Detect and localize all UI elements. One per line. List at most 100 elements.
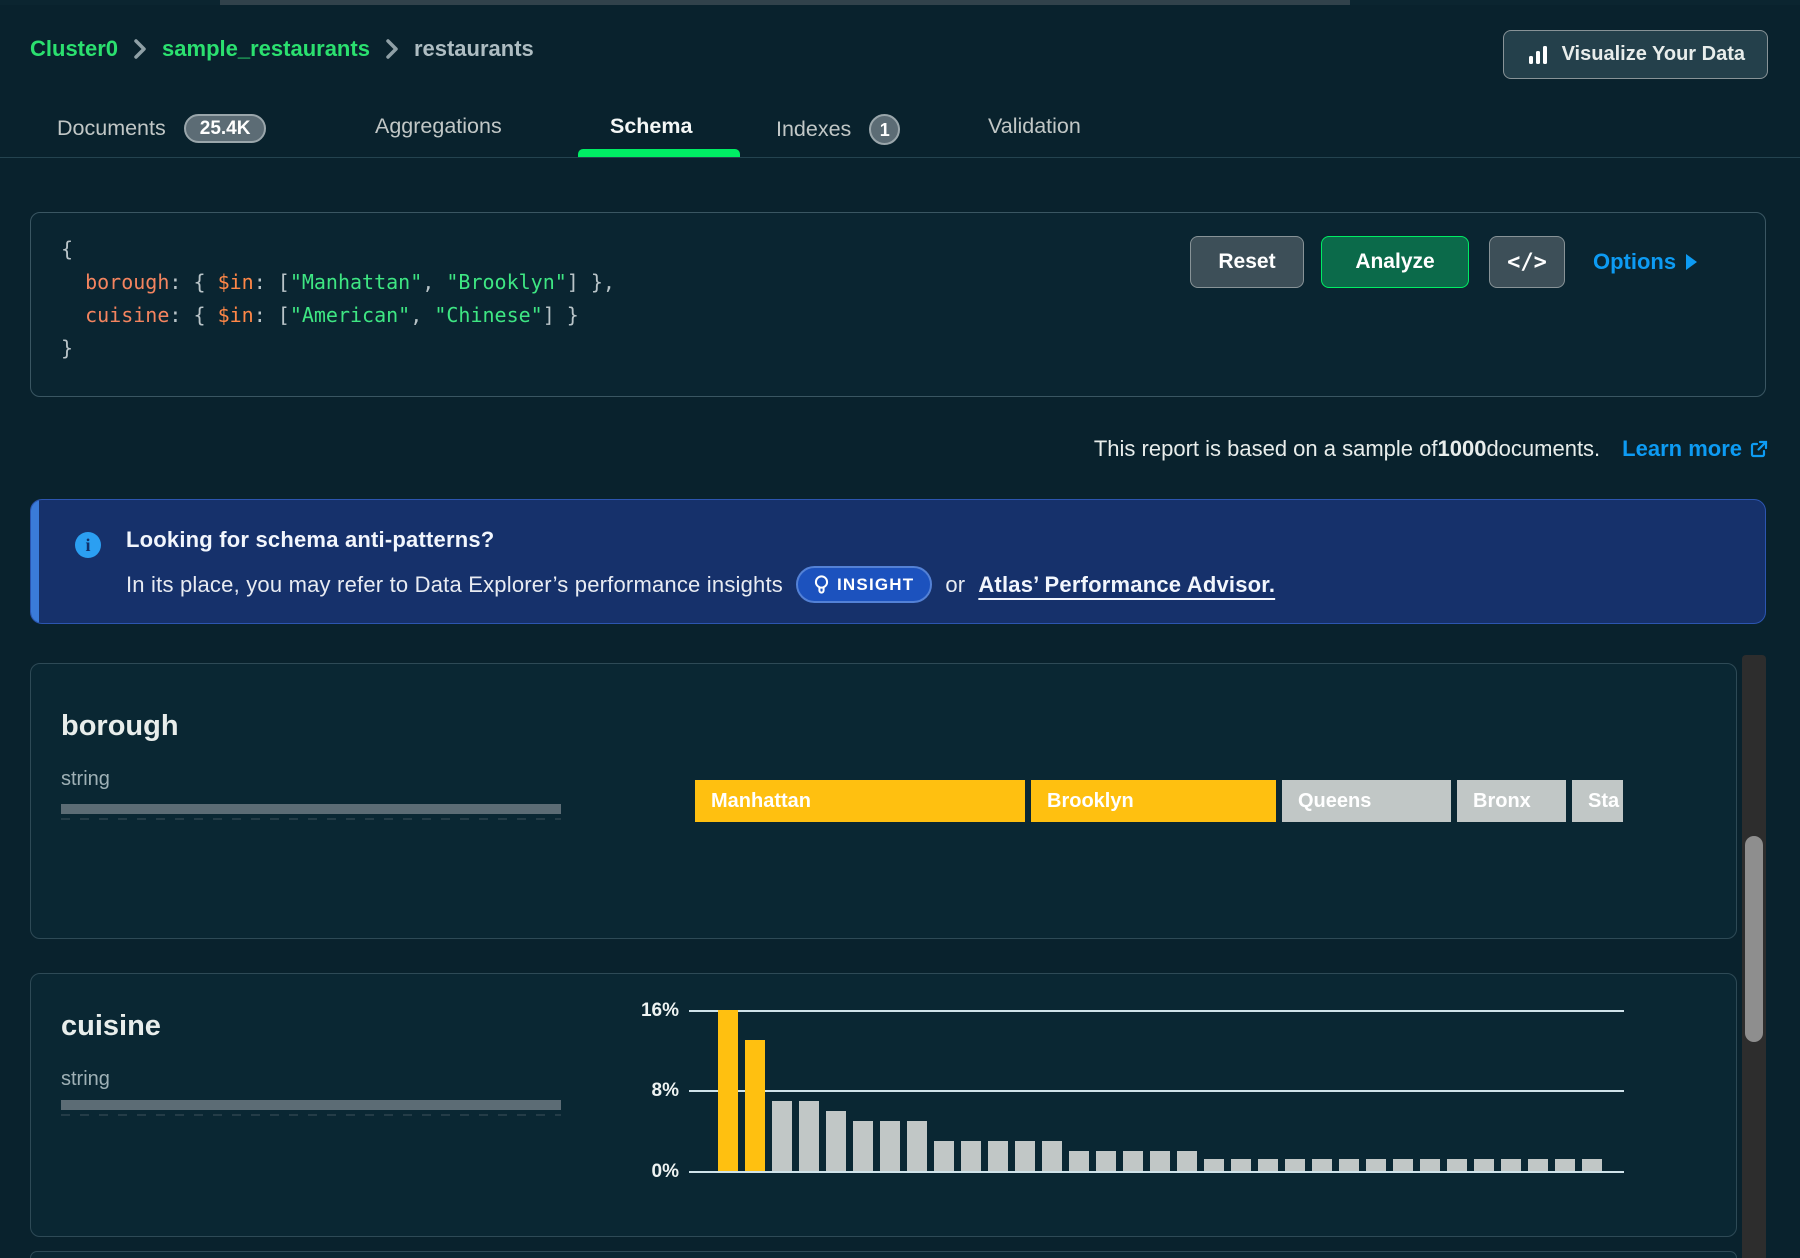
sample-count: 1000 (1437, 436, 1486, 462)
y-axis-tick-8: 8% (631, 1080, 679, 1102)
cuisine-bar[interactable] (772, 1101, 792, 1171)
cuisine-bar[interactable] (1015, 1141, 1035, 1171)
documents-count-badge: 25.4K (184, 114, 267, 143)
tab-documents-label: Documents (57, 116, 166, 141)
performance-advisor-link[interactable]: Atlas’ Performance Advisor. (978, 572, 1275, 598)
cuisine-bar[interactable] (907, 1121, 927, 1171)
visualize-button-label: Visualize Your Data (1562, 43, 1745, 66)
query-bar: { borough: { $in: ["Manhattan", "Brookly… (30, 212, 1766, 397)
cuisine-bar[interactable] (1528, 1159, 1548, 1171)
field-type-label: string (61, 1068, 110, 1091)
cuisine-bar[interactable] (1231, 1159, 1251, 1171)
type-bar-ticks (61, 1114, 561, 1116)
field-name: borough (61, 710, 179, 743)
tab-validation-label: Validation (988, 114, 1081, 139)
borough-value-bar-manhattan[interactable]: Manhattan (695, 780, 1025, 822)
cuisine-bar[interactable] (961, 1141, 981, 1171)
insight-badge[interactable]: INSIGHT (796, 566, 932, 603)
learn-more-label: Learn more (1622, 436, 1742, 462)
cuisine-bar[interactable] (988, 1141, 1008, 1171)
cuisine-bar[interactable] (1069, 1151, 1089, 1171)
cuisine-bar[interactable] (1366, 1159, 1386, 1171)
field-card-cuisine: cuisine string 16% 8% 0% (30, 973, 1737, 1237)
borough-value-bar-sta[interactable]: Sta (1572, 780, 1623, 822)
reset-button[interactable]: Reset (1190, 236, 1304, 288)
cuisine-bar[interactable] (1501, 1159, 1521, 1171)
cuisine-bar[interactable] (1420, 1159, 1440, 1171)
borough-value-bar-brooklyn[interactable]: Brooklyn (1031, 780, 1276, 822)
caret-right-icon (1686, 254, 1697, 270)
schema-page: Cluster0 sample_restaurants restaurants … (0, 0, 1800, 1258)
cuisine-bar[interactable] (934, 1141, 954, 1171)
cuisine-bar[interactable] (1177, 1151, 1197, 1171)
cuisine-bars (718, 1010, 1602, 1171)
cuisine-bar[interactable] (880, 1121, 900, 1171)
indexes-count-badge: 1 (869, 114, 900, 145)
tab-aggregations-label: Aggregations (375, 114, 502, 139)
chevron-right-icon (384, 38, 400, 60)
options-toggle[interactable]: Options (1593, 236, 1697, 288)
window-top-edge (0, 0, 1800, 5)
query-editor[interactable]: { borough: { $in: ["Manhattan", "Brookly… (61, 233, 615, 365)
borough-value-bar-bronx[interactable]: Bronx (1457, 780, 1566, 822)
cuisine-bar[interactable] (1312, 1159, 1332, 1171)
breadcrumb: Cluster0 sample_restaurants restaurants (30, 36, 534, 62)
cuisine-bar[interactable] (1042, 1141, 1062, 1171)
type-distribution-bar[interactable] (61, 804, 561, 814)
y-axis-tick-16: 16% (631, 1000, 679, 1022)
breadcrumb-collection[interactable]: restaurants (414, 36, 534, 62)
cuisine-bar[interactable] (1555, 1159, 1575, 1171)
scrollbar-thumb[interactable] (1745, 836, 1763, 1042)
field-name: cuisine (61, 1010, 161, 1043)
banner-or-text: or (945, 572, 965, 598)
window-top-edge-highlight (220, 0, 1350, 5)
cuisine-bar[interactable] (1582, 1159, 1602, 1171)
cuisine-bar[interactable] (1123, 1151, 1143, 1171)
tab-aggregations[interactable]: Aggregations (375, 114, 502, 139)
cuisine-bar[interactable] (1447, 1159, 1467, 1171)
visualize-your-data-button[interactable]: Visualize Your Data (1503, 30, 1768, 79)
tab-schema[interactable]: Schema (610, 114, 692, 139)
borough-value-bar-queens[interactable]: Queens (1282, 780, 1451, 822)
cuisine-bar[interactable] (1285, 1159, 1305, 1171)
options-label: Options (1593, 249, 1676, 275)
cuisine-bar[interactable] (718, 1010, 738, 1171)
scrollbar-track[interactable] (1742, 655, 1766, 1258)
cuisine-histogram (689, 1011, 1624, 1172)
type-distribution-bar[interactable] (61, 1100, 561, 1110)
cuisine-bar[interactable] (1393, 1159, 1413, 1171)
cuisine-bar[interactable] (853, 1121, 873, 1171)
chevron-right-icon (132, 38, 148, 60)
tabs-divider (0, 157, 1800, 158)
learn-more-link[interactable]: Learn more (1622, 436, 1768, 462)
borough-value-label: Brooklyn (1031, 790, 1134, 813)
sample-size-note: This report is based on a sample of 1000… (1094, 436, 1768, 462)
tab-documents[interactable]: Documents 25.4K (57, 114, 266, 143)
field-card-borough: borough string ManhattanBrooklynQueensBr… (30, 663, 1737, 939)
gridline-0pct (689, 1171, 1624, 1173)
tab-validation[interactable]: Validation (988, 114, 1081, 139)
analyze-button[interactable]: Analyze (1321, 236, 1469, 288)
cuisine-bar[interactable] (1204, 1159, 1224, 1171)
cuisine-bar[interactable] (745, 1040, 765, 1171)
cuisine-bar[interactable] (1258, 1159, 1278, 1171)
sample-note-prefix: This report is based on a sample of (1094, 436, 1438, 462)
breadcrumb-cluster[interactable]: Cluster0 (30, 36, 118, 62)
breadcrumb-database[interactable]: sample_restaurants (162, 36, 370, 62)
tab-indexes[interactable]: Indexes 1 (776, 114, 900, 145)
cuisine-bar[interactable] (1096, 1151, 1116, 1171)
cuisine-bar[interactable] (1150, 1151, 1170, 1171)
y-axis-tick-0: 0% (631, 1161, 679, 1183)
type-bar-ticks (61, 818, 561, 820)
cuisine-bar[interactable] (826, 1111, 846, 1171)
tab-indexes-label: Indexes (776, 117, 851, 142)
sample-note-suffix: documents. (1486, 436, 1600, 462)
banner-body-row: In its place, you may refer to Data Expl… (126, 566, 1275, 603)
borough-value-label: Queens (1282, 790, 1371, 813)
insight-badge-label: INSIGHT (837, 575, 914, 595)
cuisine-bar[interactable] (1474, 1159, 1494, 1171)
borough-value-bars: Manhattan Brooklyn Queens BronxSta (695, 780, 1623, 822)
cuisine-bar[interactable] (799, 1101, 819, 1171)
code-toggle-button[interactable]: </> (1489, 236, 1565, 288)
cuisine-bar[interactable] (1339, 1159, 1359, 1171)
